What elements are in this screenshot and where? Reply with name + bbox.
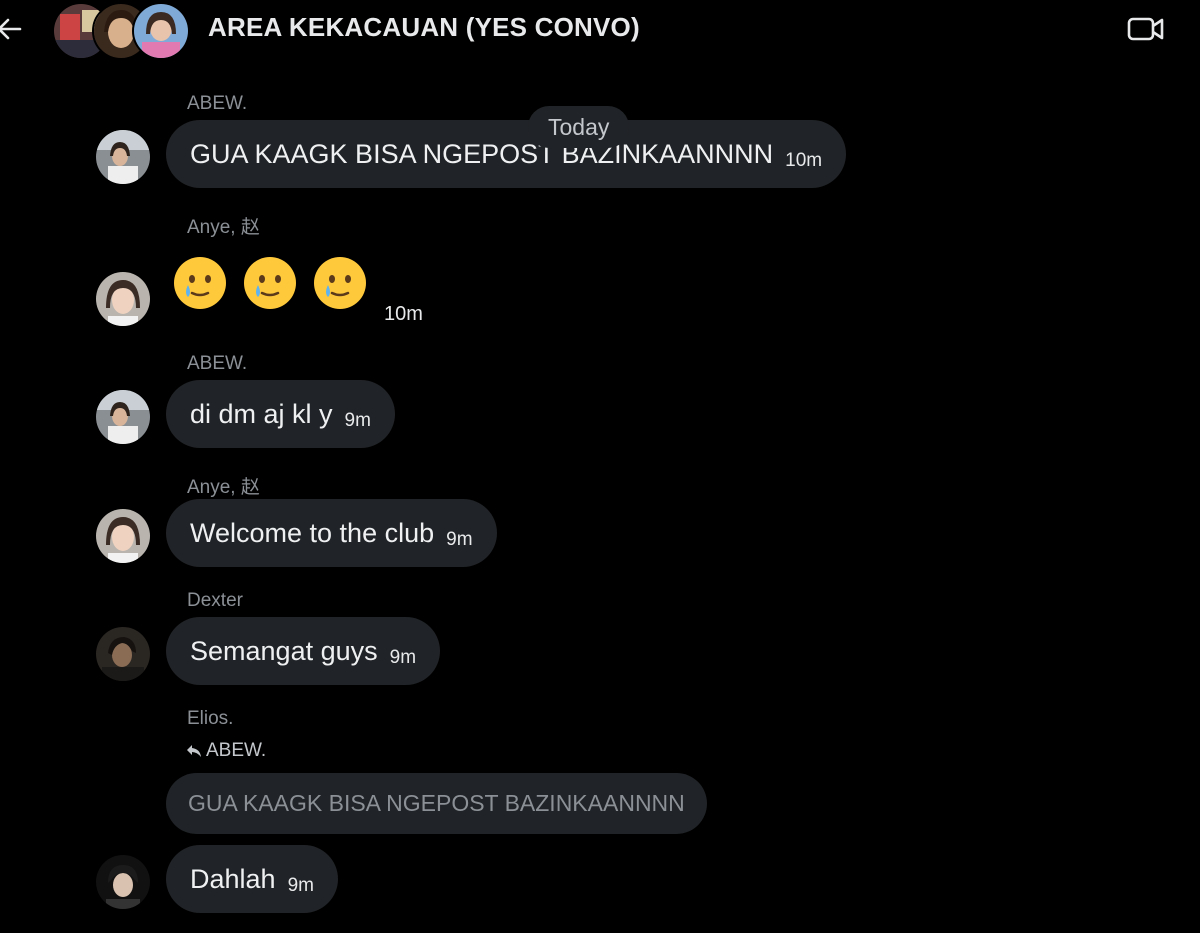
avatar[interactable] — [96, 855, 150, 909]
face-holding-back-tears-icon — [174, 257, 226, 309]
avatar[interactable] — [96, 272, 150, 326]
sender-name: ABEW. — [187, 93, 248, 114]
message-bubble[interactable]: GUA KAAGK BISA NGEPOST BAZINKAANNNN 10m — [166, 120, 847, 188]
message-text: GUA KAAGK BISA NGEPOST BAZINKAANNNN — [190, 138, 774, 169]
message-time: 9m — [446, 529, 473, 550]
avatar[interactable] — [96, 627, 150, 681]
sender-name: Elios. — [187, 708, 234, 729]
face-holding-back-tears-icon — [314, 257, 366, 309]
arrow-left-icon[interactable] — [0, 14, 24, 44]
quoted-message[interactable]: GUA KAAGK BISA NGEPOST BAZINKAANNNN — [166, 773, 707, 834]
sender-name: Anye, 赵 — [187, 477, 260, 498]
message-time: 9m — [389, 647, 417, 668]
sender-name: Dexter — [187, 590, 243, 611]
reply-to-name: ABEW. — [206, 740, 267, 761]
message-text: Semangat guys — [190, 635, 378, 666]
date-divider: Today — [528, 106, 630, 148]
avatar[interactable] — [96, 509, 150, 563]
face-holding-back-tears-icon — [244, 257, 296, 309]
message-bubble[interactable]: Dahlah 9m — [166, 845, 338, 913]
group-avatar[interactable] — [132, 2, 190, 60]
message-text: di dm aj kl y — [190, 398, 333, 429]
message-time: 9m — [344, 410, 371, 431]
message-time: 10m — [785, 150, 823, 171]
sender-name: Anye, 赵 — [187, 217, 260, 238]
reply-indicator: ABEW. — [186, 740, 266, 762]
chat-header: AREA KEKACAUAN (YES CONVO) — [0, 0, 1200, 64]
message-bubble[interactable]: Welcome to the club 9m — [166, 499, 497, 567]
message-time: 10m — [384, 303, 423, 325]
emoji-message[interactable] — [172, 255, 368, 311]
message-text: Dahlah — [190, 863, 276, 894]
video-call-icon[interactable] — [1126, 14, 1166, 44]
message-bubble[interactable]: di dm aj kl y 9m — [166, 380, 395, 448]
message-text: Welcome to the club — [190, 517, 435, 548]
avatar[interactable] — [96, 130, 150, 184]
chat-title: AREA KEKACAUAN (YES CONVO) — [208, 12, 640, 42]
avatar[interactable] — [96, 390, 150, 444]
reply-icon — [187, 745, 201, 757]
sender-name: ABEW. — [187, 353, 248, 374]
message-time: 9m — [287, 875, 314, 896]
message-bubble[interactable]: Semangat guys 9m — [166, 617, 441, 685]
